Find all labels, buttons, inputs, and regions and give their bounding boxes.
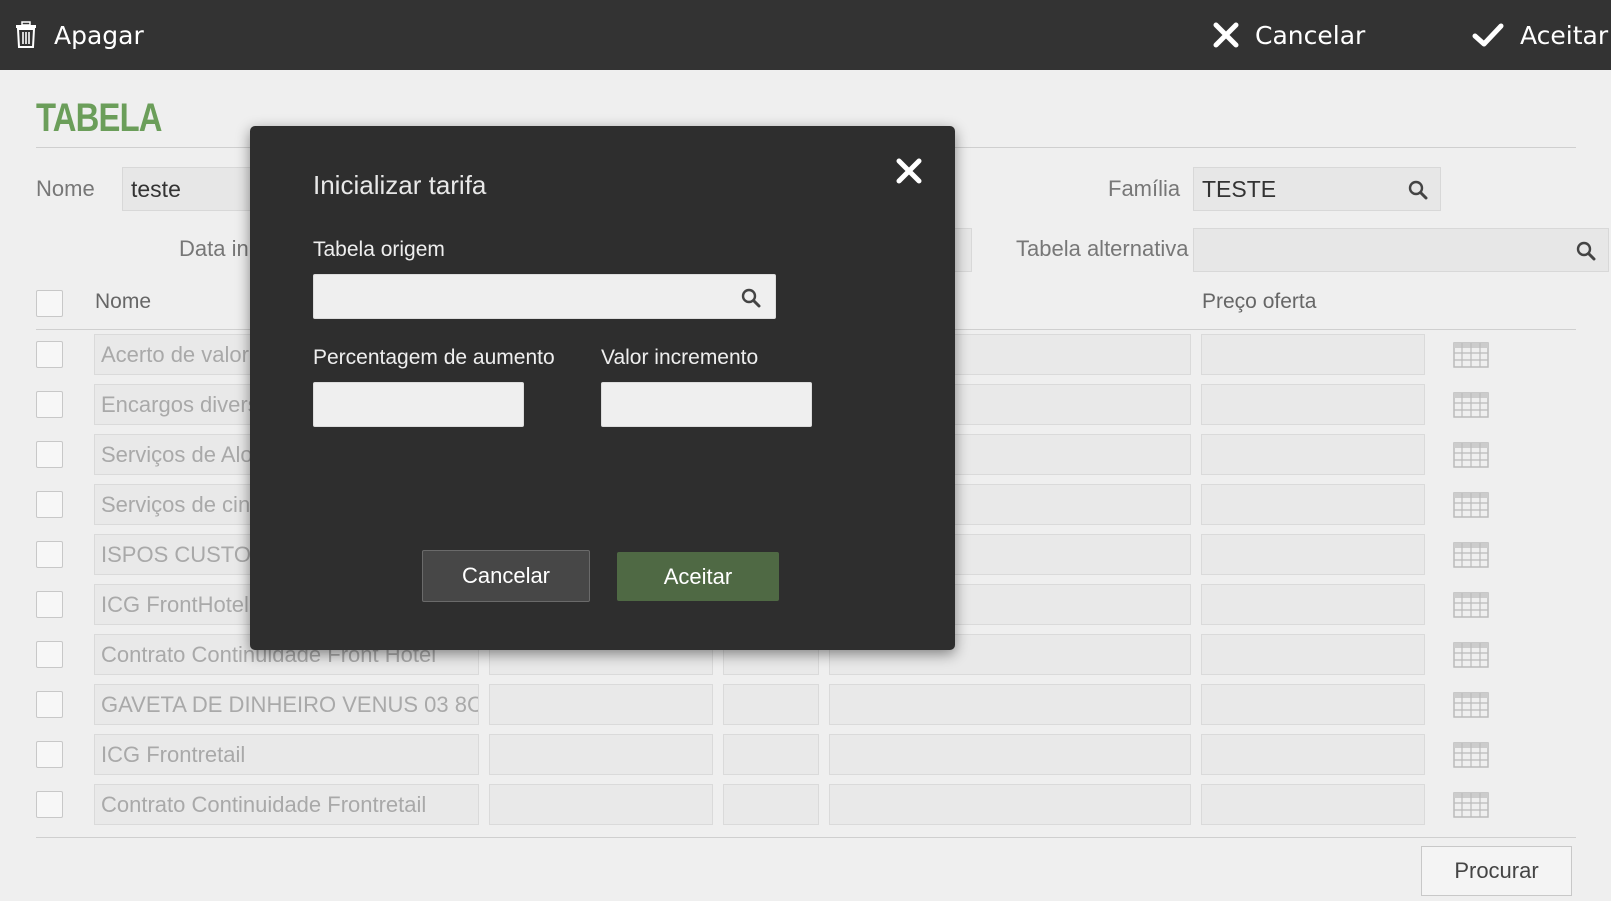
row-cell[interactable]: [489, 684, 713, 725]
table-footer-divider: [36, 837, 1576, 838]
grid-icon[interactable]: [1453, 742, 1489, 768]
close-icon: [1213, 22, 1239, 48]
percent-label: Percentagem de aumento: [313, 346, 555, 369]
nome-label: Nome: [36, 176, 95, 201]
row-preco-oferta-cell[interactable]: [1201, 534, 1425, 575]
row-checkbox[interactable]: [36, 441, 63, 468]
search-icon[interactable]: [1576, 241, 1596, 261]
row-checkbox[interactable]: [36, 741, 63, 768]
column-header-preco-oferta: Preço oferta: [1202, 290, 1317, 313]
row-preco-oferta-cell[interactable]: [1201, 334, 1425, 375]
origin-label: Tabela origem: [313, 238, 445, 261]
delete-button[interactable]: Apagar: [14, 0, 144, 70]
row-cell[interactable]: [829, 734, 1191, 775]
grid-icon[interactable]: [1453, 542, 1489, 568]
row-checkbox[interactable]: [36, 641, 63, 668]
nome-field[interactable]: teste: [122, 167, 262, 211]
grid-icon[interactable]: [1453, 342, 1489, 368]
column-header-nome: Nome: [95, 290, 152, 313]
row-preco-oferta-cell[interactable]: [1201, 484, 1425, 525]
dialog-title: Inicializar tarifa: [313, 170, 487, 200]
tabela-alternativa-label: Tabela alternativa: [1016, 236, 1189, 261]
row-name-cell[interactable]: GAVETA DE DINHEIRO VENUS 03 8C/4B: [94, 684, 479, 725]
increment-input[interactable]: [601, 382, 812, 427]
dialog-accept-button[interactable]: Aceitar: [617, 552, 779, 601]
page-title: TABELA: [36, 96, 162, 140]
toolbar-cancel-label: Cancelar: [1255, 20, 1366, 50]
percent-input[interactable]: [313, 382, 524, 427]
tabela-alternativa-field[interactable]: [1193, 228, 1609, 272]
initialize-tariff-dialog: Inicializar tarifa Tabela origem Percent…: [250, 126, 955, 650]
trash-icon: [16, 21, 36, 48]
row-name-cell[interactable]: Contrato Continuidade Frontretail: [94, 784, 479, 825]
row-cell[interactable]: [723, 734, 819, 775]
row-cell[interactable]: [829, 684, 1191, 725]
row-preco-oferta-cell[interactable]: [1201, 634, 1425, 675]
grid-icon[interactable]: [1453, 442, 1489, 468]
row-checkbox[interactable]: [36, 691, 63, 718]
row-preco-oferta-cell[interactable]: [1201, 784, 1425, 825]
toolbar-cancel-button[interactable]: Cancelar: [1213, 0, 1365, 70]
row-preco-oferta-cell[interactable]: [1201, 584, 1425, 625]
grid-icon[interactable]: [1453, 492, 1489, 518]
nome-value: teste: [131, 175, 181, 202]
row-cell[interactable]: [723, 684, 819, 725]
check-icon: [1472, 23, 1504, 47]
row-checkbox[interactable]: [36, 541, 63, 568]
familia-field[interactable]: TESTE: [1193, 167, 1441, 211]
row-checkbox[interactable]: [36, 491, 63, 518]
grid-icon[interactable]: [1453, 592, 1489, 618]
row-checkbox[interactable]: [36, 341, 63, 368]
row-checkbox[interactable]: [36, 591, 63, 618]
row-name-cell[interactable]: ICG Frontretail: [94, 734, 479, 775]
search-icon[interactable]: [741, 288, 761, 308]
row-preco-oferta-cell[interactable]: [1201, 734, 1425, 775]
row-cell[interactable]: [829, 784, 1191, 825]
grid-icon[interactable]: [1453, 692, 1489, 718]
familia-label: Família: [1108, 176, 1181, 201]
row-checkbox[interactable]: [36, 791, 63, 818]
toolbar-accept-label: Aceitar: [1520, 20, 1609, 50]
toolbar-accept-button[interactable]: Aceitar: [1472, 0, 1608, 70]
dialog-cancel-button[interactable]: Cancelar: [422, 550, 590, 602]
row-preco-oferta-cell[interactable]: [1201, 434, 1425, 475]
grid-icon[interactable]: [1453, 792, 1489, 818]
delete-label: Apagar: [54, 20, 144, 50]
grid-icon[interactable]: [1453, 392, 1489, 418]
row-preco-oferta-cell[interactable]: [1201, 384, 1425, 425]
top-toolbar: Apagar Cancelar Aceitar: [0, 0, 1611, 70]
origin-input[interactable]: [313, 274, 776, 319]
row-cell[interactable]: [489, 734, 713, 775]
close-icon[interactable]: [895, 157, 923, 185]
increment-label: Valor incremento: [601, 346, 759, 369]
row-preco-oferta-cell[interactable]: [1201, 684, 1425, 725]
row-cell[interactable]: [489, 784, 713, 825]
row-checkbox[interactable]: [36, 391, 63, 418]
search-icon[interactable]: [1408, 180, 1428, 200]
row-cell[interactable]: [723, 784, 819, 825]
familia-value: TESTE: [1202, 175, 1277, 202]
select-all-checkbox[interactable]: [36, 290, 63, 317]
grid-icon[interactable]: [1453, 642, 1489, 668]
procurar-button[interactable]: Procurar: [1421, 846, 1572, 896]
